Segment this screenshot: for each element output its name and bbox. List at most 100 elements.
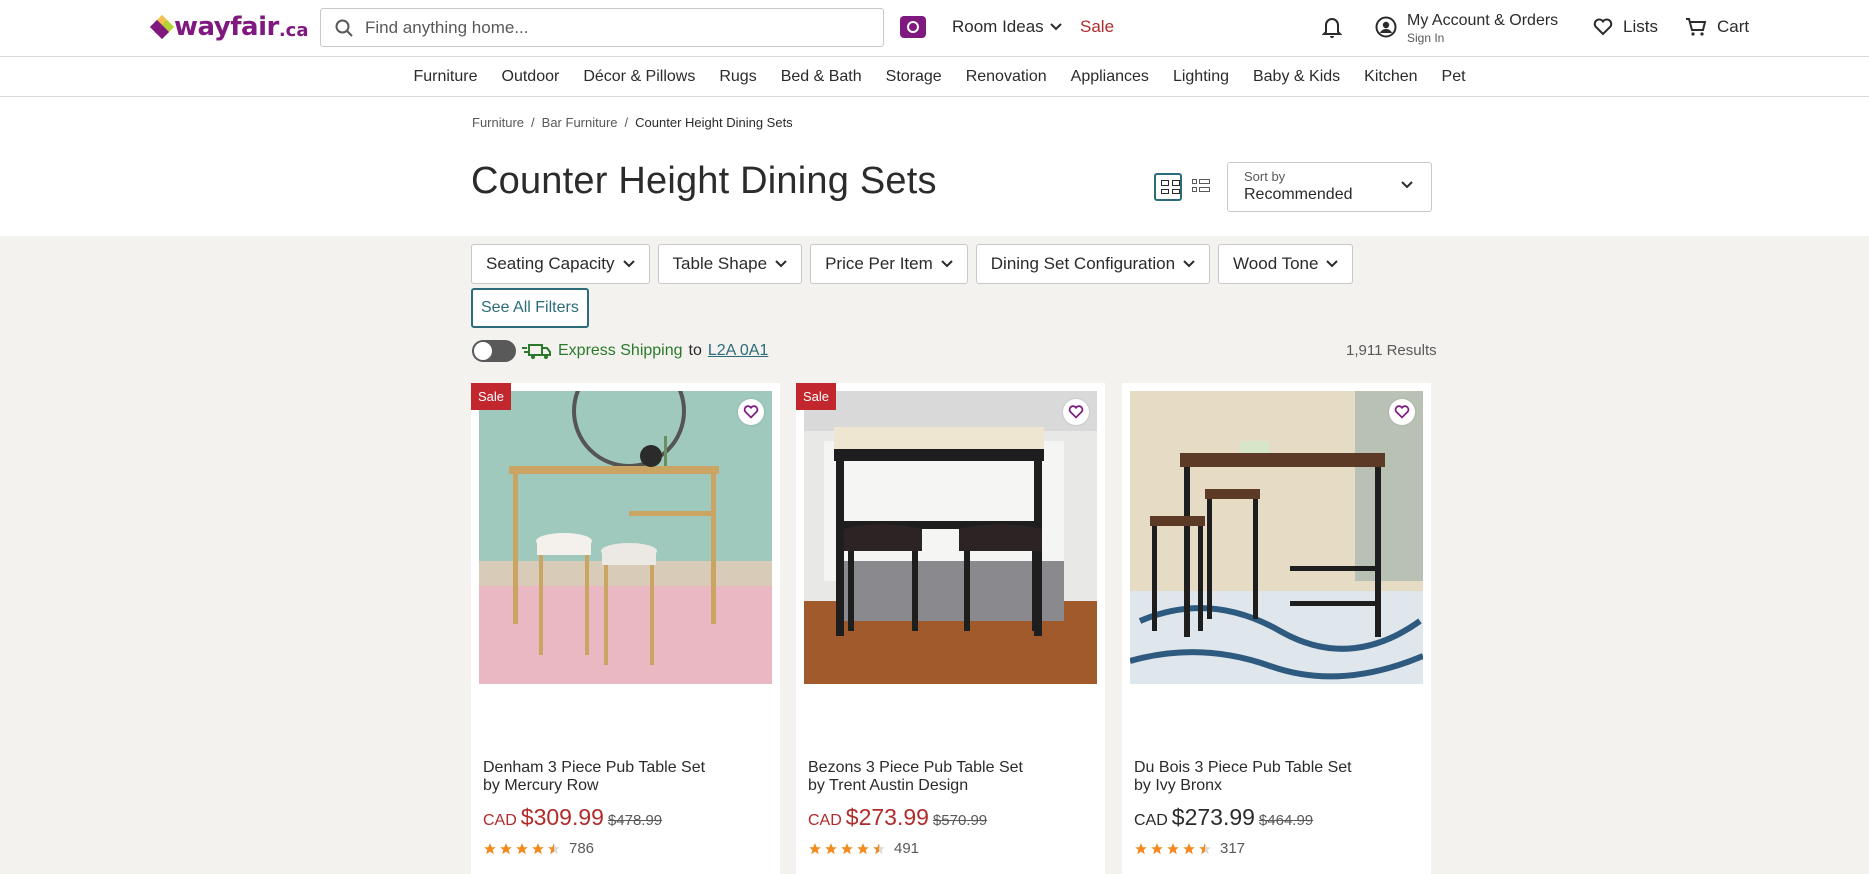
see-all-filters-button[interactable]: See All Filters [471,288,589,328]
filter-label: Price Per Item [825,254,933,273]
account-label: My Account & Orders [1407,12,1559,29]
filter-label: Seating Capacity [486,254,615,273]
visual-search-camera-icon[interactable] [900,16,926,38]
star-icon [516,842,528,854]
heart-icon [1593,18,1613,36]
product-name[interactable]: Bezons 3 Piece Pub Table Set [808,758,1023,777]
star-rating: 491 [808,840,919,857]
chevron-down-icon [941,260,953,268]
price: $273.99 [1171,804,1255,830]
search-input[interactable] [365,17,845,38]
product-price-row: CAD $273.99 $464.99 [1134,804,1313,831]
star-rating: 317 [1134,840,1245,857]
star-icon [825,842,837,854]
category-nav: Furniture Outdoor Décor & Pillows Rugs B… [0,57,1869,97]
star-rating: 786 [483,840,594,857]
express-shipping-toggle[interactable] [472,340,516,362]
list-view-icon[interactable] [1192,179,1210,195]
star-icon [809,842,821,854]
half-star-icon [548,842,560,854]
my-account-menu[interactable]: My Account & Orders Sign In [1375,12,1558,45]
product-name[interactable]: Du Bois 3 Piece Pub Table Set [1134,758,1352,777]
original-price: $464.99 [1258,812,1314,829]
express-shipping-row: Express Shipping to L2A 0A1 [472,340,768,362]
nav-item-renovation[interactable]: Renovation [954,68,1059,86]
nav-item-outdoor[interactable]: Outdoor [490,68,572,86]
filter-dining-set-configuration[interactable]: Dining Set Configuration [975,244,1211,284]
lists-label: Lists [1623,17,1658,36]
half-star-icon [1199,842,1211,854]
sale-badge: Sale [796,383,837,410]
star-icon [500,842,512,854]
nav-item-pet[interactable]: Pet [1430,68,1478,86]
sale-price: $273.99 [845,804,929,830]
sale-price: $309.99 [520,804,604,830]
sign-in-label: Sign In [1407,31,1445,45]
notifications-bell-icon[interactable] [1321,16,1343,43]
search-bar [320,8,884,47]
nav-item-baby-kids[interactable]: Baby & Kids [1241,68,1352,86]
nav-item-lighting[interactable]: Lighting [1161,68,1241,86]
product-image[interactable] [479,391,772,684]
nav-item-appliances[interactable]: Appliances [1059,68,1161,86]
grid-view-icon[interactable] [1154,173,1182,201]
nav-item-bed-bath[interactable]: Bed & Bath [769,68,874,86]
filter-label: Dining Set Configuration [990,254,1176,273]
star-icon [1183,842,1195,854]
sort-value: Recommended [1244,186,1353,203]
sort-dropdown[interactable]: Sort by Recommended [1227,162,1432,212]
room-ideas-menu[interactable]: Room Ideas [952,17,1062,37]
product-card[interactable]: Sale Bezons 3 Piece Pub Table Set by Tre… [796,383,1105,874]
sale-link[interactable]: Sale [1080,17,1114,37]
page-title: Counter Height Dining Sets [471,160,937,202]
cart-link[interactable]: Cart [1685,17,1749,37]
filter-seating-capacity[interactable]: Seating Capacity [471,244,650,284]
sort-label: Sort by [1244,169,1286,184]
nav-item-rugs[interactable]: Rugs [707,68,768,86]
wayfair-logo[interactable]: wayfair .ca [149,12,309,42]
logo-mark-icon [149,14,175,40]
product-price-row: CAD $273.99 $570.99 [808,804,987,831]
favorite-heart-icon[interactable] [738,399,764,425]
star-icon [532,842,544,854]
price-currency: CAD [808,812,842,829]
nav-item-decor-pillows[interactable]: Décor & Pillows [571,68,707,86]
star-icon [1151,842,1163,854]
chevron-down-icon [1049,23,1062,31]
room-ideas-label: Room Ideas [952,17,1044,36]
filter-price-per-item[interactable]: Price Per Item [810,244,968,284]
product-brand: by Trent Austin Design [808,777,969,794]
chevron-down-icon [1326,260,1339,268]
product-name[interactable]: Denham 3 Piece Pub Table Set [483,758,705,777]
product-card[interactable]: Sale Denham 3 Piece Pub Table Set by Mer… [471,383,780,874]
sale-badge: Sale [471,383,512,410]
lists-link[interactable]: Lists [1593,17,1658,37]
filter-table-shape[interactable]: Table Shape [657,244,803,284]
star-icon [1167,842,1179,854]
chevron-down-icon [1183,260,1195,268]
cart-icon [1686,18,1707,36]
nav-item-furniture[interactable]: Furniture [401,68,489,86]
nav-item-kitchen[interactable]: Kitchen [1352,68,1429,86]
logo-tld: .ca [278,19,309,41]
breadcrumb-bar-furniture[interactable]: Bar Furniture [542,115,618,130]
nav-item-storage[interactable]: Storage [874,68,954,86]
chevron-down-icon [622,260,635,268]
star-icon [1135,842,1147,854]
filter-wood-tone[interactable]: Wood Tone [1218,244,1354,284]
express-to-label: to [688,342,702,359]
product-card[interactable]: Du Bois 3 Piece Pub Table Set by Ivy Bro… [1122,383,1431,874]
product-image[interactable] [804,391,1097,684]
price-currency: CAD [483,812,517,829]
filter-label: Table Shape [672,254,768,273]
product-image[interactable] [1130,391,1423,684]
review-count: 491 [894,840,920,857]
delivery-truck-icon [522,344,551,359]
favorite-heart-icon[interactable] [1389,399,1415,425]
star-icon [484,842,496,854]
breadcrumb-furniture[interactable]: Furniture [472,115,524,130]
postal-code-link[interactable]: L2A 0A1 [708,342,769,360]
chevron-down-icon [775,260,787,268]
breadcrumb-current: Counter Height Dining Sets [635,115,793,130]
favorite-heart-icon[interactable] [1063,399,1089,425]
